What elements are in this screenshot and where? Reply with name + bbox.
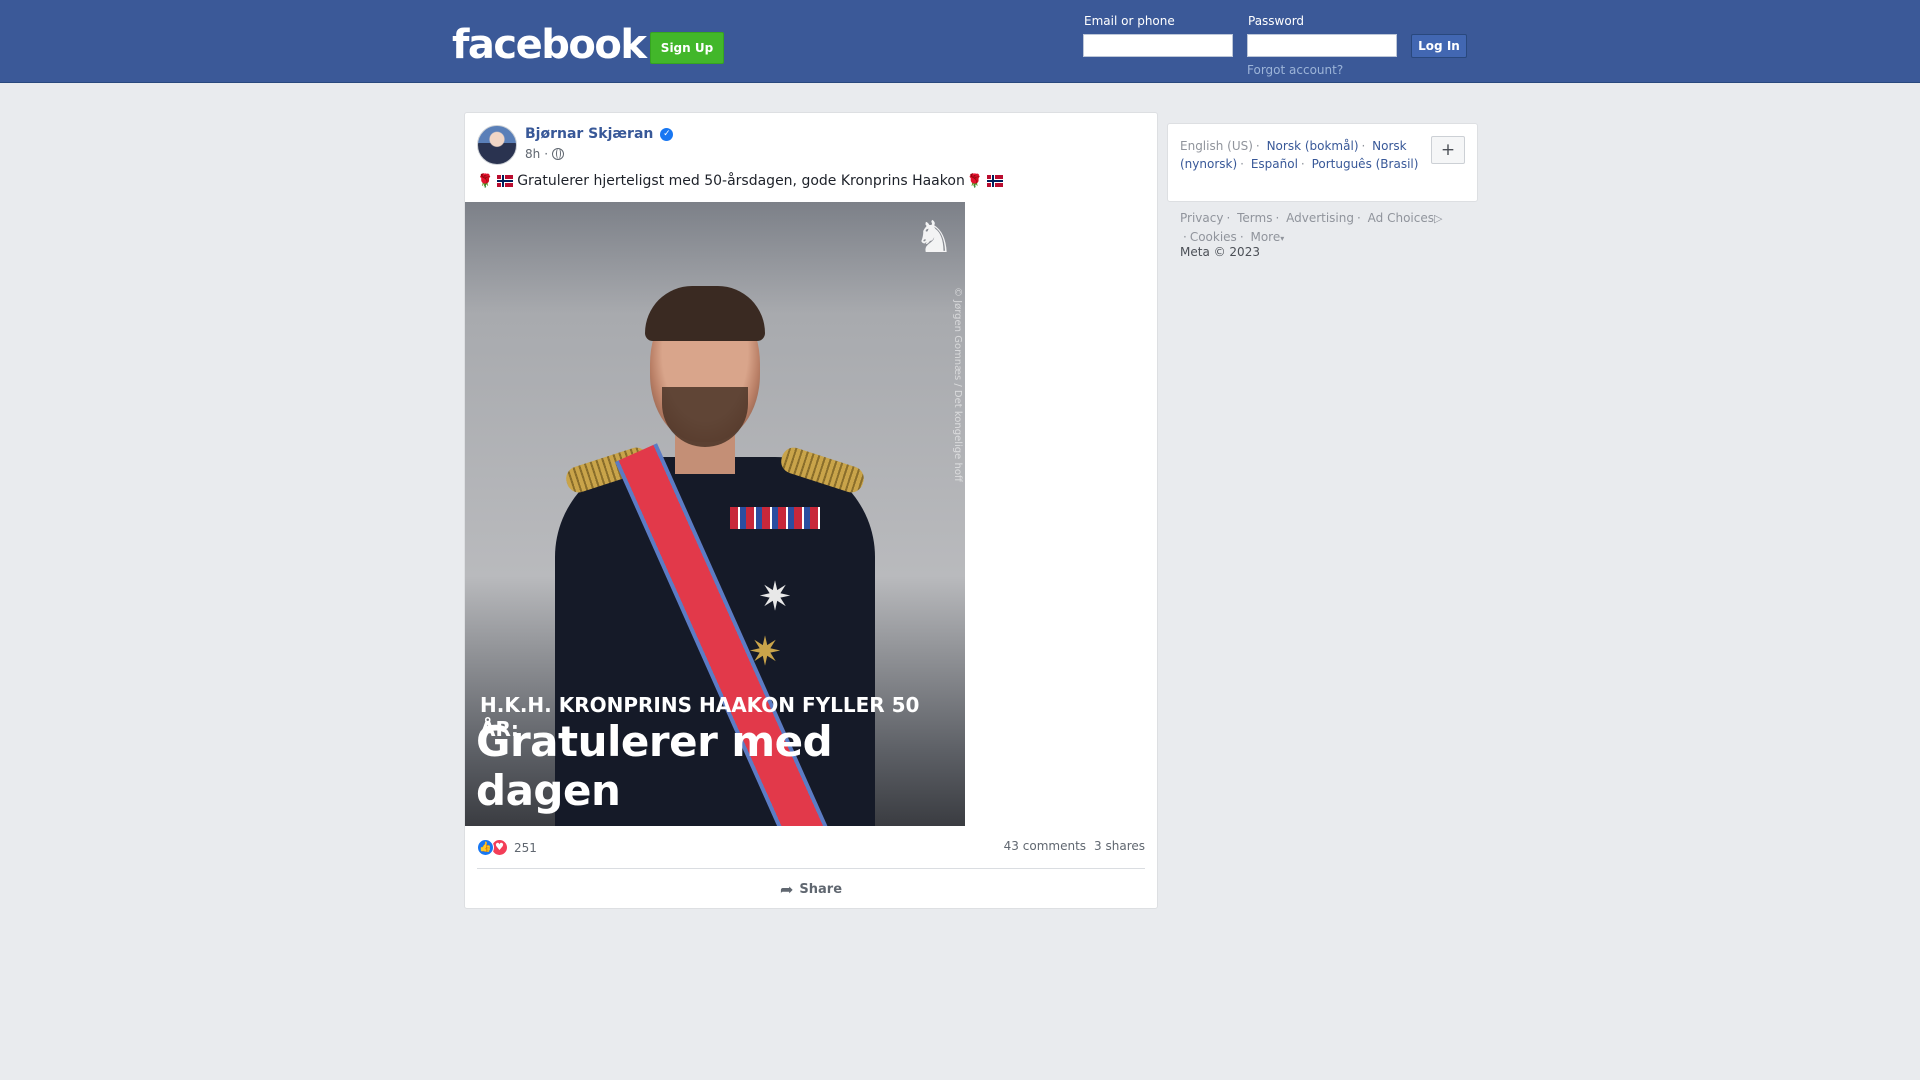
comments-count[interactable]: 43 comments [1004, 839, 1086, 853]
post-meta: 8h · [525, 147, 565, 161]
post-timestamp[interactable]: 8h [525, 147, 540, 161]
language-selector: English (US) · Norsk (bokmål) · Norsk (nyn… [1167, 123, 1478, 202]
forgot-account-link[interactable]: Forgot account? [1247, 63, 1343, 77]
image-title: Gratulerer med dagen [476, 717, 833, 815]
post-author[interactable]: Bjørnar Skjæran ✓ [525, 126, 674, 142]
shares-count[interactable]: 3 shares [1094, 839, 1145, 853]
language-list: English (US) · Norsk (bokmål) · Norsk (nyn… [1180, 139, 1419, 171]
ad-choices-icon: ▷ [1433, 212, 1443, 225]
norway-flag-icon [497, 175, 514, 187]
language-option[interactable]: Português (Brasil) [1312, 157, 1419, 171]
share-button[interactable]: ➦ Share [477, 873, 1145, 905]
norway-lion-emblem-icon: ♞ [914, 212, 954, 263]
add-language-button[interactable]: + [1431, 136, 1465, 164]
footer-link-ad-choices[interactable]: Ad Choices [1368, 211, 1434, 225]
more-caret-icon: ▾ [1280, 234, 1285, 243]
top-bar: facebook Sign Up Email or phone Password… [0, 0, 1920, 83]
portrait-medal-star-icon: ✷ [758, 574, 792, 620]
language-option[interactable]: Norsk (bokmål) [1267, 139, 1359, 153]
sign-up-button[interactable]: Sign Up [650, 32, 724, 64]
language-current: English (US) [1180, 139, 1253, 153]
author-name-text[interactable]: Bjørnar Skjæran [525, 126, 653, 142]
email-label: Email or phone [1084, 14, 1175, 28]
globe-icon [552, 148, 565, 160]
portrait-medal-bar [730, 507, 820, 529]
reactions-summary[interactable]: 👍 ♥ 251 [477, 839, 537, 856]
action-divider [477, 868, 1145, 869]
rose-emoji-icon: 🌹 [477, 173, 494, 189]
footer-link-more[interactable]: More [1250, 230, 1280, 244]
footer-link-cookies[interactable]: Cookies [1190, 230, 1237, 244]
reactions-count: 251 [514, 840, 537, 855]
share-label: Share [799, 881, 843, 897]
engagement-counts: 43 comments 3 shares [1004, 839, 1145, 853]
post-message: Gratulerer hjerteligst med 50-årsdagen, … [517, 173, 965, 189]
facebook-logo[interactable]: facebook [452, 22, 647, 68]
like-reaction-icon: 👍 [477, 839, 494, 856]
meta-separator: · [544, 147, 549, 161]
password-field[interactable] [1247, 34, 1397, 57]
footer-links: Privacy · Terms · Advertising · Ad Choices▷… [1180, 211, 1443, 244]
photo-credit: © Jørgen Gomnæs / Det kongelige hoff [952, 287, 963, 482]
password-label: Password [1248, 14, 1305, 28]
verified-badge-icon: ✓ [660, 127, 674, 141]
footer-link-advertising[interactable]: Advertising [1286, 211, 1354, 225]
post-image[interactable]: ✷ ✷ ♞ © Jørgen Gomnæs / Det kongelige ho… [465, 202, 965, 826]
language-option[interactable]: Español [1251, 157, 1298, 171]
post-text: 🌹 Gratulerer hjerteligst med 50-årsdagen… [477, 173, 1005, 189]
footer-link-privacy[interactable]: Privacy [1180, 211, 1223, 225]
portrait-hair [645, 286, 765, 341]
copyright: Meta © 2023 [1180, 245, 1260, 259]
portrait-medal-star-icon: ✷ [748, 629, 782, 675]
log-in-button[interactable]: Log In [1411, 34, 1467, 58]
author-avatar[interactable] [477, 125, 517, 165]
email-field[interactable] [1083, 34, 1233, 57]
norway-flag-icon [987, 175, 1003, 187]
rose-emoji-icon: 🌹 [966, 173, 983, 189]
footer-link-terms[interactable]: Terms [1237, 211, 1272, 225]
post-card: Bjørnar Skjæran ✓ 8h · 🌹 Gratulerer hjer… [464, 112, 1158, 909]
share-arrow-icon: ➦ [779, 879, 794, 899]
